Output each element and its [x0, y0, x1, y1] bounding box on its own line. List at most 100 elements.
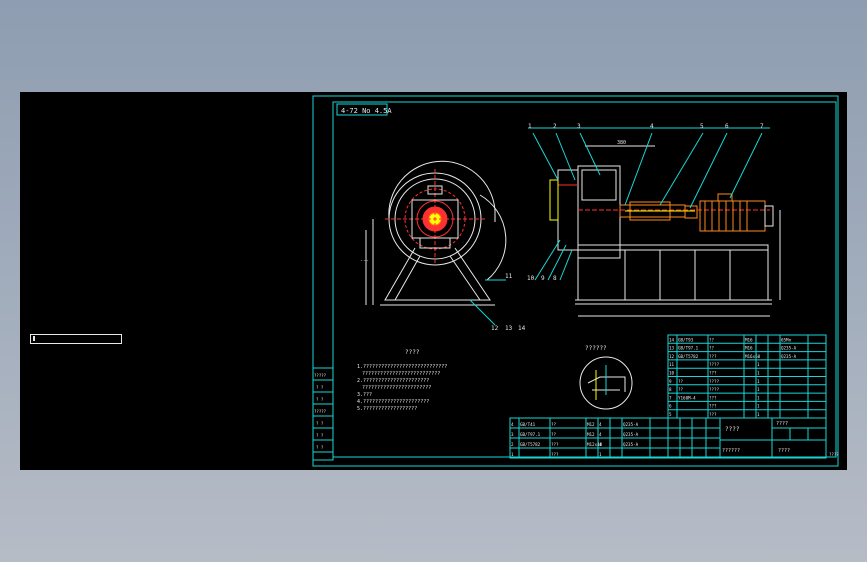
part-number-6: 6: [725, 123, 729, 130]
bom-cell: GB/T93: [678, 337, 694, 342]
bill-of-materials-upper: 14 GB/T93?? M16 65Mn 13 GB/T97.1?? M16 Q235-A 12…: [667, 334, 827, 419]
bom-cell: 7: [669, 395, 672, 400]
bom-cell: GB/T5782: [520, 442, 541, 447]
bom-cell: ??: [551, 422, 557, 427]
title-block: ???? ?????? ???? ????: [667, 417, 827, 459]
note-line: ??????????????????????????: [362, 371, 440, 377]
dim-top: 380: [617, 140, 626, 146]
part-number-12: 12: [491, 325, 499, 332]
bom-cell: ??: [678, 379, 684, 384]
bom-cell: Q235-A: [623, 422, 639, 427]
part-number-5: 5: [700, 123, 704, 130]
bom-cell: 4: [599, 432, 602, 437]
note-line: 1.????????????????????????????: [357, 364, 447, 370]
svg-text:---: ---: [360, 258, 369, 264]
bom-cell: ???: [709, 371, 717, 376]
bom-cell: ??: [709, 337, 715, 342]
part-number-9: 9: [541, 275, 545, 282]
bom-cell: ???: [709, 412, 717, 417]
strip-cell: ? ?: [316, 385, 324, 390]
bom-cell: 8: [669, 387, 672, 392]
bom-cell: ????: [709, 362, 720, 367]
detail-view: [579, 356, 633, 410]
bom-cell: ???: [551, 442, 559, 447]
bom-cell: GB/T41: [520, 422, 536, 427]
bom-cell: GB/T97.1: [520, 432, 541, 437]
strip-cell: ? ?: [316, 445, 324, 450]
part-number-11: 11: [505, 273, 513, 280]
note-line: 4.??????????????????????: [357, 399, 429, 405]
bom-cell: M16: [745, 346, 753, 351]
bom-cell: 65Mn: [781, 337, 792, 342]
note-line: 3.???: [357, 392, 372, 398]
bom-cell: M16x60: [745, 354, 761, 359]
strip-cell: ?????: [314, 409, 327, 414]
bom-cell: M16: [745, 337, 753, 342]
bom-cell: ????: [709, 379, 720, 384]
strip-cell: ? ?: [316, 421, 324, 426]
bom-cell: ????: [709, 387, 720, 392]
part-number-1: 1: [528, 123, 532, 130]
bom-cell: 1: [757, 404, 760, 409]
bom-cell: 10: [669, 371, 675, 376]
part-number-2: 2: [553, 123, 557, 130]
bom-cell: Q235-A: [623, 442, 639, 447]
bom-cell: 12: [669, 354, 675, 359]
bom-cell: 6: [669, 404, 672, 409]
bom-cell: Y160M-4: [678, 395, 696, 400]
corner-text: ????: [829, 452, 839, 457]
part-number-8: 8: [553, 275, 557, 282]
bom-cell: 9: [669, 379, 672, 384]
strip-cell: ? ?: [316, 397, 324, 402]
bom-cell: ???: [709, 395, 717, 400]
fan-front-view: [528, 127, 781, 317]
bom-cell: GB/T5782: [678, 354, 699, 359]
fan-side-view: ---: [360, 160, 507, 326]
part-number-10: 10: [527, 275, 535, 282]
bom-cell: 1: [599, 452, 602, 457]
note-line: 5.??????????????????: [357, 406, 417, 412]
bom-cell: 2: [511, 442, 514, 447]
detail-label: ??????: [585, 345, 607, 352]
bom-cell: 1: [757, 395, 760, 400]
strip-cell: ? ?: [316, 433, 324, 438]
bom-cell: ??: [551, 432, 557, 437]
title-block-drawing-no: ??????: [722, 448, 740, 454]
bom-cell: 1: [757, 371, 760, 376]
bom-cell: ??: [678, 387, 684, 392]
bom-cell: 1: [511, 452, 514, 457]
note-line: ???????????????????????: [362, 385, 431, 391]
bom-cell: ??: [709, 346, 715, 351]
title-tag: 4-72 No 4.5A: [341, 107, 392, 115]
bom-cell: M12: [587, 422, 595, 427]
part-number-14: 14: [518, 325, 526, 332]
bom-cell: 1: [757, 379, 760, 384]
part-number-4: 4: [650, 123, 654, 130]
part-number-7: 7: [760, 123, 764, 130]
bom-cell: ???: [551, 452, 559, 457]
title-block-name: ????: [725, 426, 740, 433]
bom-cell: 11: [669, 362, 675, 367]
part-number-3: 3: [577, 123, 581, 130]
bom-cell: M12: [587, 432, 595, 437]
bom-cell: 1: [757, 362, 760, 367]
bom-cell: ???: [709, 404, 717, 409]
bom-cell: Q235-A: [781, 346, 797, 351]
bom-cell: 14: [669, 337, 675, 342]
bom-cell: Q235-A: [781, 354, 797, 359]
bom-cell: Q235-A: [623, 432, 639, 437]
bill-of-materials-lower: 4 GB/T41?? M12 4 Q235-A 3 GB/T97.1?? M12 4 Q235-A…: [509, 417, 669, 459]
bom-cell: 1: [757, 387, 760, 392]
bom-cell: 1: [757, 412, 760, 417]
left-strip-table: ????? ? ? ? ? ????? ? ? ? ? ? ?: [312, 367, 334, 461]
title-block-company-lower: ????: [778, 448, 790, 454]
bom-cell: 3: [511, 432, 514, 437]
cad-drawing-sheet: 4-72 No 4.5A --- 11 12 13 14 1 2 3 4 5 6…: [312, 95, 839, 467]
bom-cell: 13: [669, 346, 675, 351]
bom-cell: ???: [709, 354, 717, 359]
technical-notes: 1.???????????????????????????? ?????????…: [357, 364, 447, 412]
part-number-13: 13: [505, 325, 513, 332]
bom-cell: 5: [669, 412, 672, 417]
title-block-company: ????: [776, 421, 788, 427]
strip-cell: ?????: [314, 373, 327, 378]
